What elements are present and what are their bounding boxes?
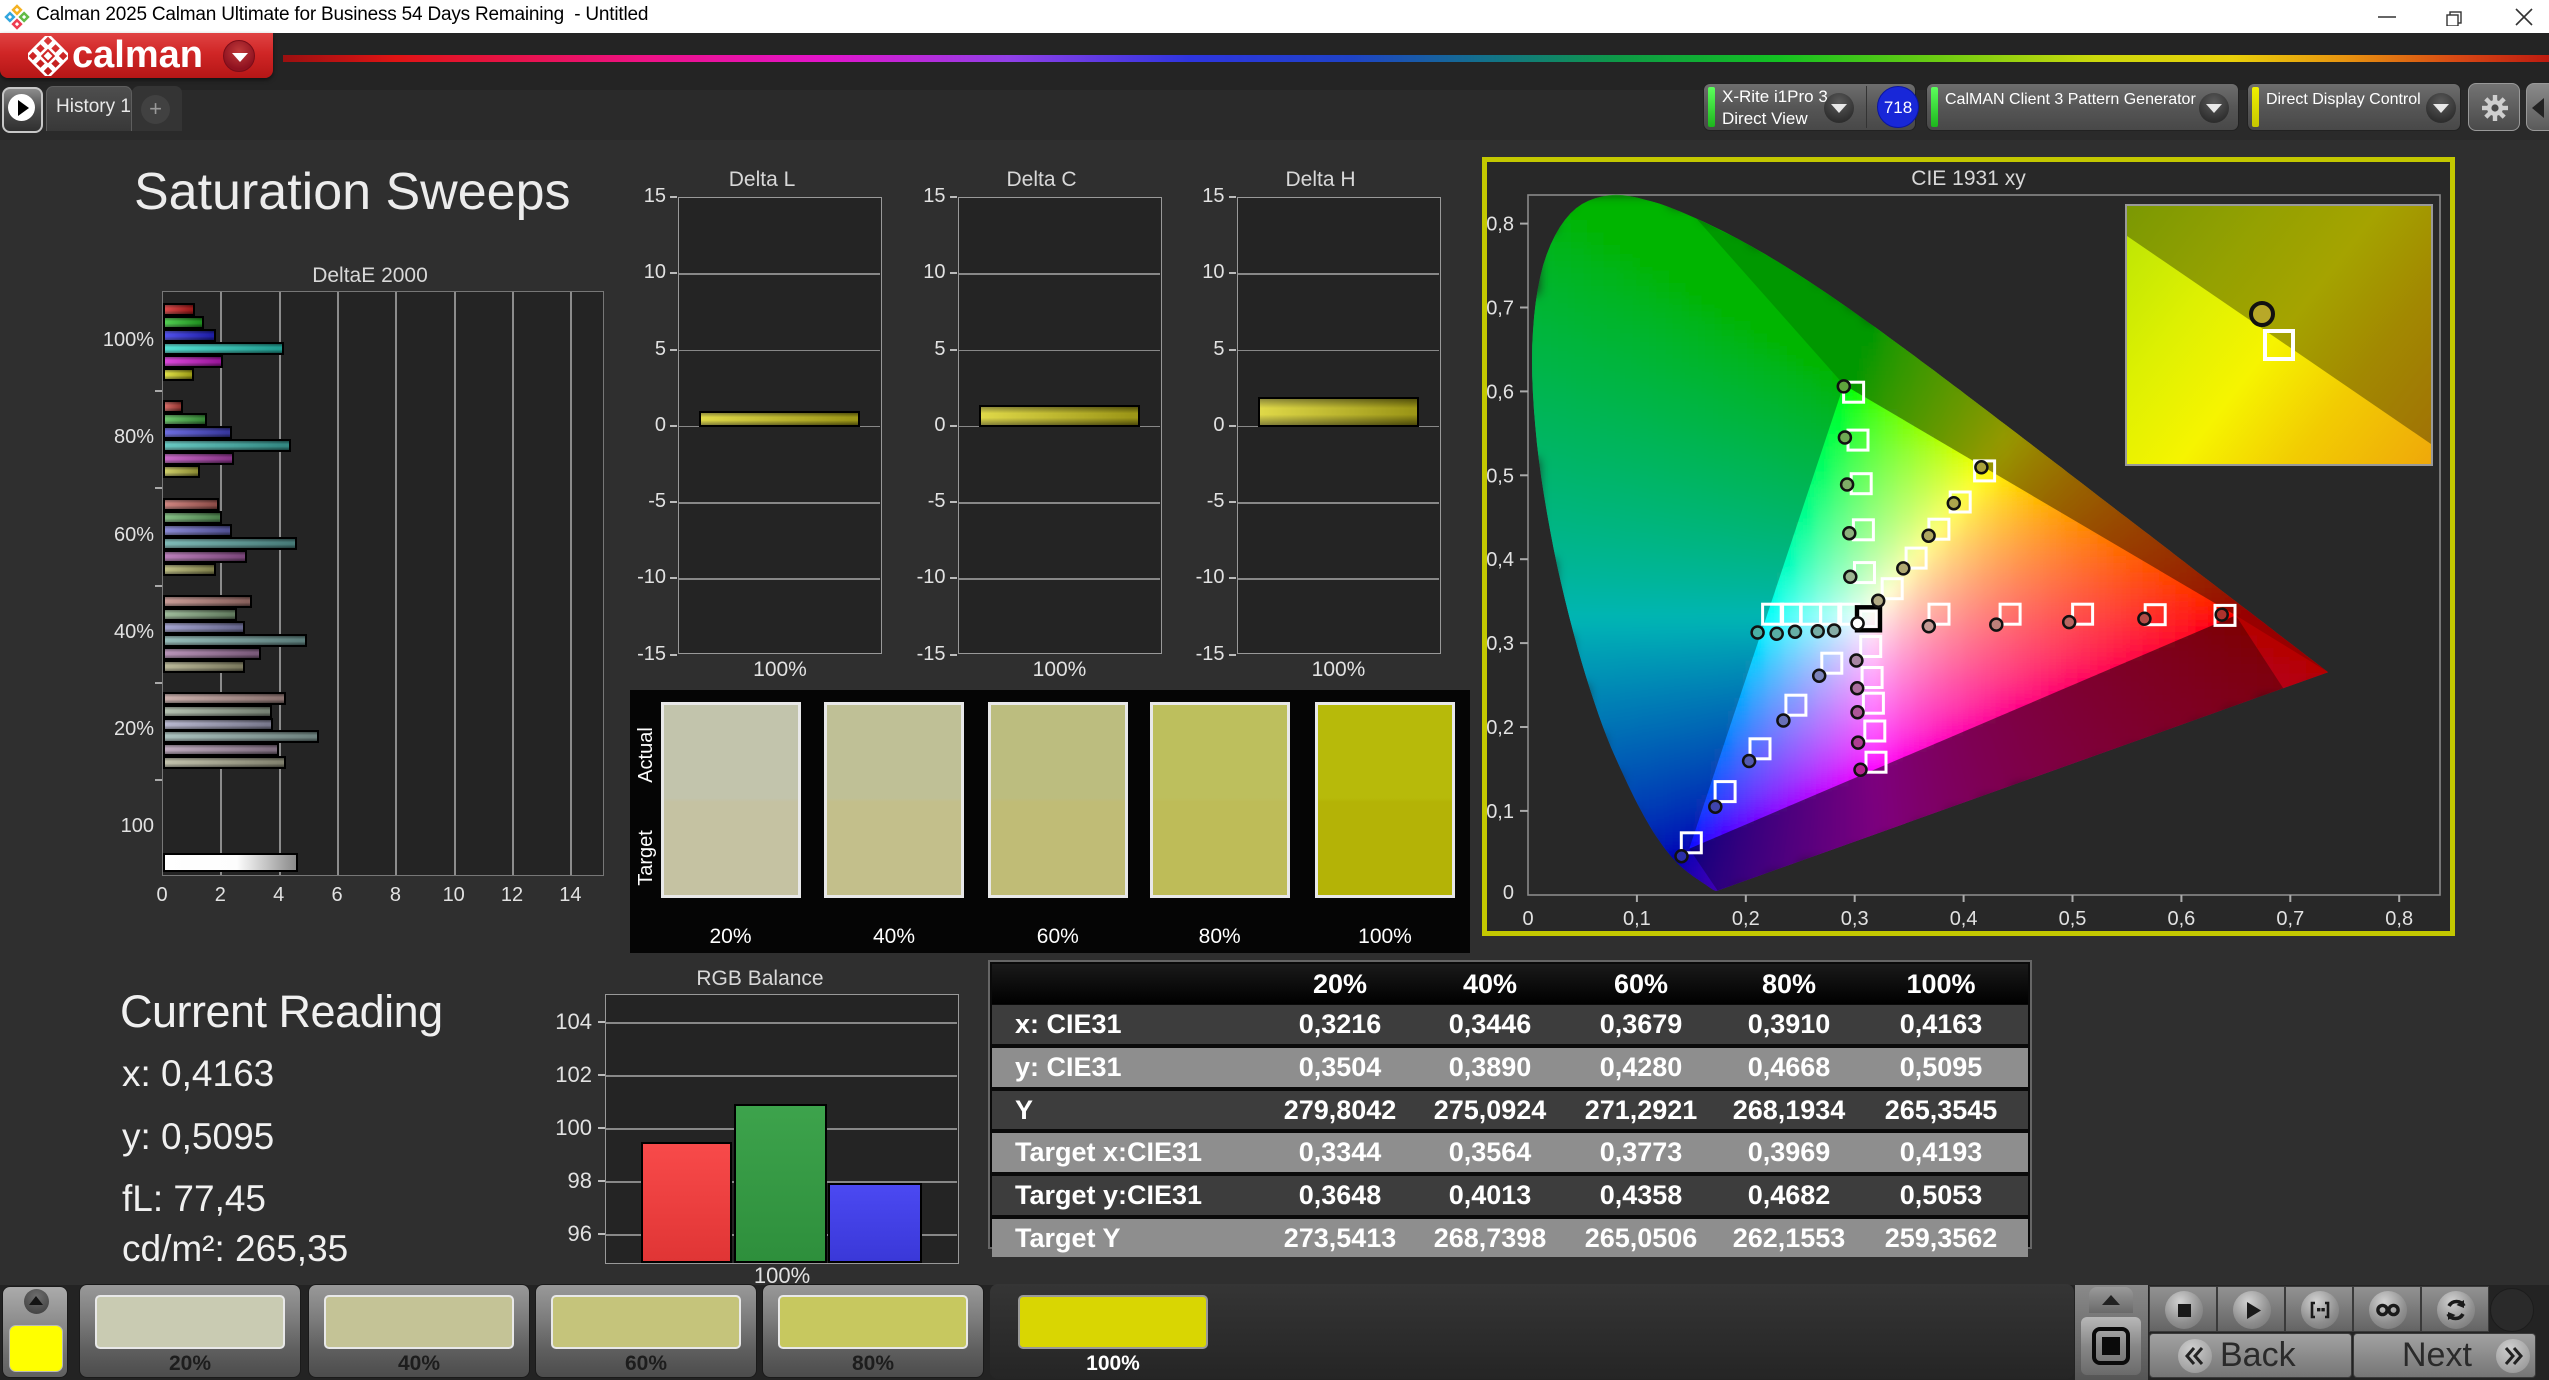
svg-text:0,1: 0,1 — [1486, 801, 1514, 823]
svg-text:0,1: 0,1 — [1623, 908, 1651, 930]
svg-text:0,3: 0,3 — [1486, 633, 1514, 655]
svg-text:0,8: 0,8 — [2385, 908, 2413, 930]
svg-text:0,8: 0,8 — [1486, 214, 1514, 236]
svg-text:0,2: 0,2 — [1732, 908, 1760, 930]
svg-text:0,3: 0,3 — [1841, 908, 1869, 930]
svg-text:0,5: 0,5 — [2059, 908, 2087, 930]
svg-text:0,4: 0,4 — [1486, 549, 1514, 571]
svg-text:0: 0 — [1522, 908, 1533, 930]
svg-text:0,5: 0,5 — [1486, 465, 1514, 487]
svg-text:0: 0 — [1503, 882, 1514, 904]
svg-text:0,2: 0,2 — [1486, 717, 1514, 739]
svg-text:0,7: 0,7 — [2276, 908, 2304, 930]
svg-text:0,6: 0,6 — [1486, 381, 1514, 403]
svg-text:0,7: 0,7 — [1486, 298, 1514, 320]
svg-text:0,4: 0,4 — [1950, 908, 1978, 930]
svg-text:0,6: 0,6 — [2167, 908, 2195, 930]
